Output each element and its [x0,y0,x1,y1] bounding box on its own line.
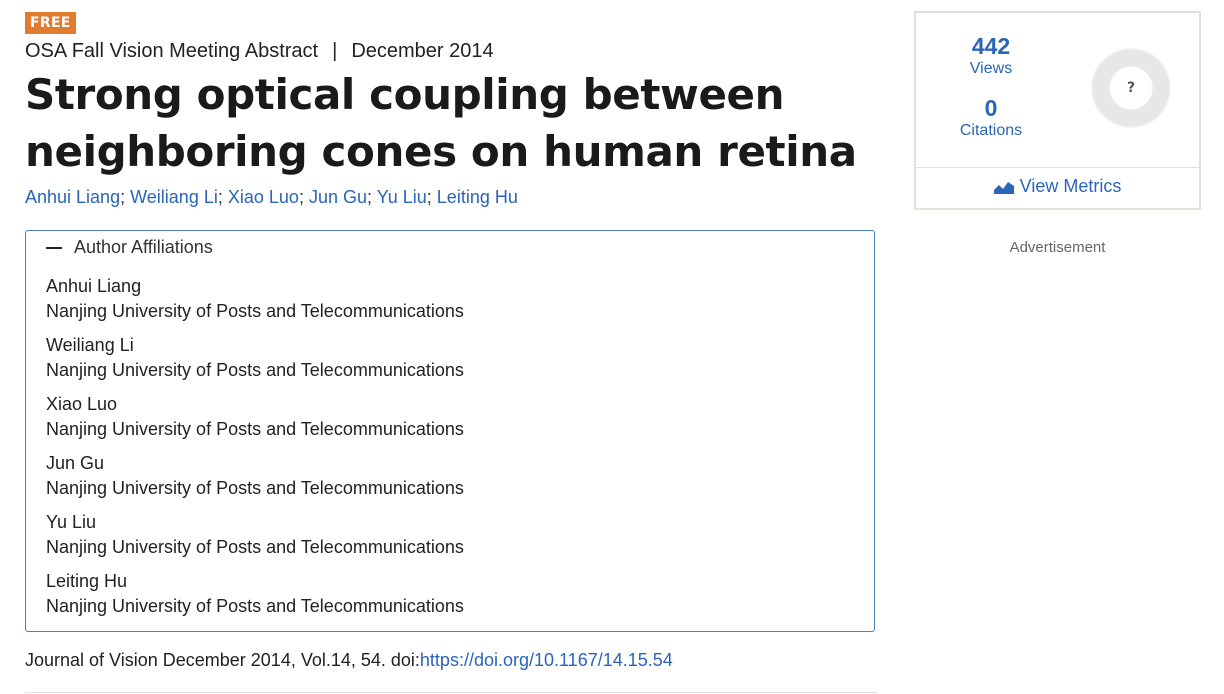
affiliation-list: Anhui Liang Nanjing University of Posts … [46,274,464,628]
author-link-jun-gu[interactable]: Jun Gu [309,187,367,207]
advertisement-label: Advertisement [1009,239,1106,256]
section-divider [25,692,877,693]
affiliation-organization: Nanjing University of Posts and Telecomm… [46,478,464,498]
author-link-anhui-liang[interactable]: Anhui Liang [25,187,120,207]
author-separator: ; [426,187,432,207]
altmetric-badge[interactable]: ? [1091,48,1171,128]
author-affiliations-panel: Author Affiliations Anhui Liang Nanjing … [25,230,875,632]
views-label: Views [969,60,1013,77]
free-badge: FREE [25,12,76,34]
doi-link[interactable]: https://doi.org/10.1167/14.15.54 [420,650,673,670]
affiliation-item: Anhui Liang Nanjing University of Posts … [46,274,464,324]
view-metrics-button[interactable]: View Metrics [916,176,1199,197]
citation-line: Journal of Vision December 2014, Vol.14,… [25,650,673,671]
affiliation-organization: Nanjing University of Posts and Telecomm… [46,596,464,616]
article-type: OSA Fall Vision Meeting Abstract [25,40,319,62]
author-separator: ; [298,187,304,207]
views-metric[interactable]: 442 Views [916,33,1066,79]
author-separator: ; [217,187,223,207]
view-metrics-label: View Metrics [1019,176,1122,196]
area-chart-icon [993,182,1014,194]
affiliation-item: Xiao Luo Nanjing University of Posts and… [46,392,464,442]
author-link-weiliang-li[interactable]: Weiliang Li [130,187,218,207]
affiliation-author-name: Yu Liu [46,512,97,532]
citations-metric[interactable]: 0 Citations [916,95,1066,141]
affiliation-organization: Nanjing University of Posts and Telecomm… [46,419,464,439]
affiliation-author-name: Xiao Luo [46,394,118,414]
article-meta: OSA Fall Vision Meeting Abstract | Decembe… [25,40,494,63]
article-page: FREE OSA Fall Vision Meeting Abstract | De… [0,0,1224,694]
article-date: December 2014 [351,40,494,62]
affiliation-organization: Nanjing University of Posts and Telecomm… [46,301,464,321]
author-affiliations-toggle[interactable]: Author Affiliations [46,237,213,258]
metrics-panel: 442 Views 0 Citations ? View Metrics [914,11,1201,210]
views-count: 442 [971,33,1011,59]
minus-icon [46,246,62,249]
meta-separator: | [332,40,338,62]
author-list: Anhui Liang; Weiliang Li; Xiao Luo; Jun … [25,187,518,208]
affiliation-item: Yu Liu Nanjing University of Posts and T… [46,510,464,560]
affiliation-author-name: Anhui Liang [46,276,142,296]
affiliation-item: Jun Gu Nanjing University of Posts and T… [46,451,464,501]
citation-text: Journal of Vision December 2014, Vol.14,… [25,650,420,670]
author-link-yu-liu[interactable]: Yu Liu [377,187,427,207]
affiliation-item: Weiliang Li Nanjing University of Posts … [46,333,464,383]
affiliation-author-name: Leiting Hu [46,571,128,591]
affiliation-organization: Nanjing University of Posts and Telecomm… [46,360,464,380]
author-link-leiting-hu[interactable]: Leiting Hu [437,187,518,207]
affiliation-item: Leiting Hu Nanjing University of Posts a… [46,569,464,619]
affiliation-author-name: Jun Gu [46,453,105,473]
citations-label: Citations [959,122,1023,139]
affiliation-organization: Nanjing University of Posts and Telecomm… [46,537,464,557]
author-affiliations-heading: Author Affiliations [74,237,213,257]
article-title: Strong optical coupling between neighbor… [25,70,857,176]
metrics-divider [916,167,1199,168]
altmetric-score: ? [1126,80,1136,96]
author-separator: ; [367,187,373,207]
citations-count: 0 [984,95,998,121]
author-separator: ; [120,187,126,207]
author-link-xiao-luo[interactable]: Xiao Luo [228,187,299,207]
affiliation-author-name: Weiliang Li [46,335,134,355]
